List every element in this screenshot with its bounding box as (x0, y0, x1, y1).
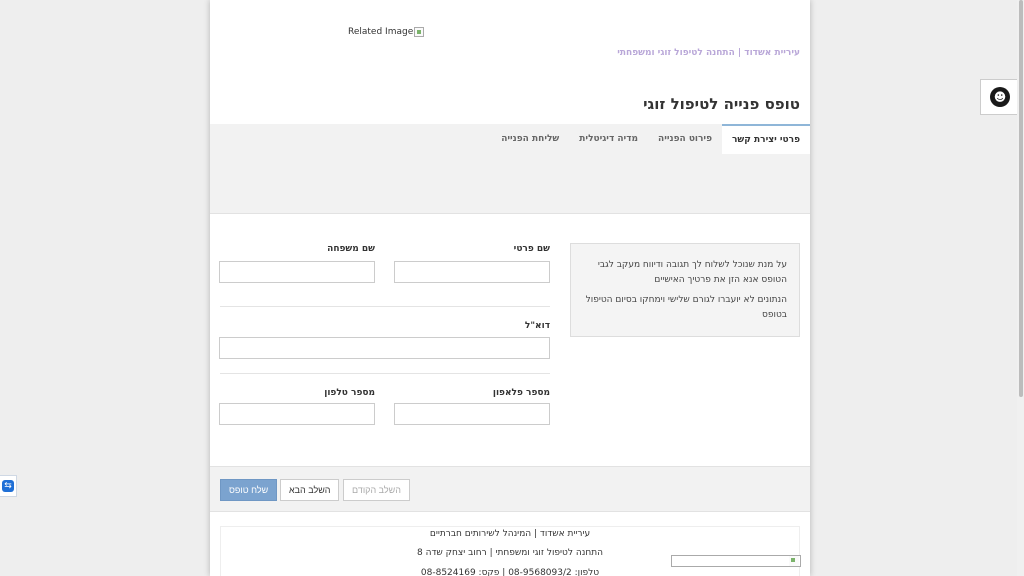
accessibility-button[interactable]: ☻ (980, 79, 1020, 115)
info-text-2: הנתונים לא יועברו לגורם שלישי וימחקו בסי… (585, 295, 787, 320)
teamviewer-widget[interactable]: ⇆ (0, 475, 17, 497)
footer-image (671, 555, 801, 567)
divider (220, 373, 550, 374)
next-step-button[interactable]: השלב הבא (280, 479, 340, 501)
broken-image-icon (414, 27, 425, 37)
broken-image-icon (789, 556, 799, 566)
first-name-input[interactable] (394, 261, 550, 283)
accessibility-icon: ☻ (990, 87, 1010, 107)
scrollbar-thumb[interactable] (1019, 0, 1023, 397)
site-footer: עיריית אשדוד | המינהל לשירותים חברתיים ה… (220, 526, 801, 576)
tabs: פרטי יצירת קשר פירוט הפנייה מדיה דיגיטלי… (491, 124, 810, 154)
mobile-input[interactable] (394, 403, 550, 425)
footer-line-1: עיריית אשדוד | המינהל לשירותים חברתיים (429, 529, 591, 539)
first-name-label: שם פרטי (513, 244, 550, 254)
header-image: Related Image (348, 27, 425, 37)
last-name-label: שם משפחה (327, 244, 375, 254)
divider (220, 306, 550, 307)
submit-form-button[interactable]: שלח טופס (220, 479, 278, 501)
footer-line-3: טלפון: 08-9568093/2 | פקס: 08-8524169 (420, 568, 600, 576)
previous-step-button[interactable]: השלב הקודם (343, 479, 410, 501)
tabs-bar: פרטי יצירת קשר פירוט הפנייה מדיה דיגיטלי… (210, 124, 810, 214)
phone-input[interactable] (219, 403, 375, 425)
last-name-input[interactable] (219, 261, 375, 283)
info-text-1: על מנת שנוכל לשלוח לך תגובה ודיווח מעקב … (597, 260, 787, 285)
email-label: דוא"ל (524, 321, 550, 331)
tab-digital-media[interactable]: מדיה דיגיטלית (569, 124, 648, 154)
phone-label: מספר טלפון (324, 388, 375, 398)
teamviewer-icon: ⇆ (2, 480, 14, 492)
page-title: טופס פנייה לטיפול זוגי (643, 95, 800, 113)
form-page: Related Image עיריית אשדוד | התחנה לטיפו… (210, 0, 810, 576)
tab-request-details[interactable]: פירוט הפנייה (648, 124, 722, 154)
header-image-alt: Related Image (348, 27, 414, 37)
mobile-label: מספר פלאפון (492, 388, 550, 398)
info-box: על מנת שנוכל לשלוח לך תגובה ודיווח מעקב … (570, 243, 800, 337)
tab-contact-details[interactable]: פרטי יצירת קשר (722, 124, 810, 154)
email-input[interactable] (219, 337, 550, 359)
form-actions: השלב הקודם השלב הבא שלח טופס (210, 466, 810, 512)
tab-send-request[interactable]: שליחת הפנייה (491, 124, 569, 154)
breadcrumb[interactable]: עיריית אשדוד | התחנה לטיפול זוגי ומשפחתי (617, 48, 800, 58)
